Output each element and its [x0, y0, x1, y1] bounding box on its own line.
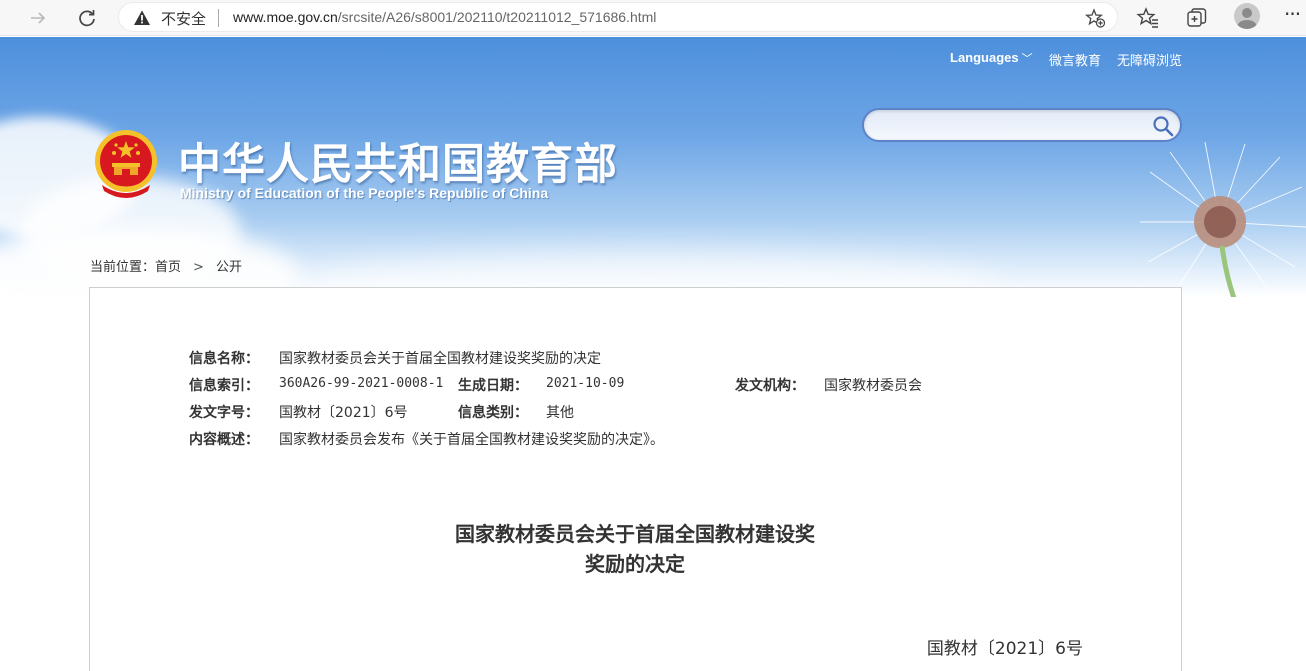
site-name-en[interactable]: Ministry of Education of the People's Re… [180, 185, 548, 201]
site-banner: 中华人民共和国教育部 Ministry of Education of the … [0, 37, 1306, 297]
url-text[interactable]: www.moe.gov.cn/srcsite/A26/s8001/202110/… [233, 9, 656, 25]
document-title: 国家教材委员会关于首届全国教材建设奖 奖励的决定 [390, 519, 880, 579]
summary-label: 内容概述： [189, 432, 259, 448]
insecure-label[interactable]: 不安全 [161, 8, 206, 29]
site-name-cn[interactable]: 中华人民共和国教育部 [178, 130, 618, 192]
languages-menu[interactable]: Languages ﹀ [950, 50, 1033, 66]
document-title-line1: 国家教材委员会关于首届全国教材建设奖 [455, 522, 815, 546]
add-favorite-icon[interactable] [1085, 8, 1105, 28]
date-label: 生成日期： [458, 378, 528, 394]
url-host: www.moe.gov.cn [233, 9, 338, 25]
summary-value: 国家教材委员会发布《关于首届全国教材建设奖奖励的决定》。 [279, 432, 664, 448]
index-value: 360A26-99-2021-0008-1 [279, 376, 444, 391]
chevron-down-icon: ﹀ [1021, 53, 1033, 65]
dandelion-decoration [1140, 142, 1306, 297]
accessibility-link[interactable]: 无障碍浏览 [1117, 50, 1182, 69]
info-name-value: 国家教材委员会关于首届全国教材建设奖奖励的决定 [279, 351, 601, 367]
profile-icon[interactable] [1234, 3, 1260, 29]
document-number: 国教材〔2021〕6号 [926, 639, 1083, 659]
forward-icon[interactable] [24, 4, 52, 32]
date-value: 2021-10-09 [546, 376, 625, 391]
address-bar[interactable]: 不安全 www.moe.gov.cn/srcsite/A26/s8001/202… [118, 2, 1118, 32]
languages-label: Languages [950, 50, 1019, 65]
weiyan-link[interactable]: 微言教育 [1049, 50, 1101, 69]
issuer-value: 国家教材委员会 [824, 378, 922, 394]
breadcrumb-current[interactable]: 公开 [216, 260, 242, 275]
collections-icon[interactable] [1185, 6, 1209, 30]
info-name-label: 信息名称： [189, 351, 259, 367]
doc-no-label: 发文字号： [189, 405, 259, 421]
issuer-label: 发文机构： [735, 378, 805, 394]
index-label: 信息索引： [189, 378, 259, 394]
more-icon[interactable]: ··· [1284, 2, 1301, 26]
category-value: 其他 [546, 405, 574, 421]
address-separator [218, 9, 219, 27]
url-path: /srcsite/A26/s8001/202110/t20211012_5716… [337, 9, 657, 25]
national-emblem [95, 130, 157, 198]
search-input[interactable] [862, 108, 1182, 142]
warning-icon[interactable] [133, 9, 151, 27]
browser-toolbar: 不安全 www.moe.gov.cn/srcsite/A26/s8001/202… [0, 0, 1306, 36]
breadcrumb-home[interactable]: 首页 [155, 260, 181, 275]
breadcrumb-separator: > [193, 260, 204, 275]
content-panel: 信息名称： 国家教材委员会关于首届全国教材建设奖奖励的决定 信息索引： 360A… [89, 287, 1182, 671]
favorites-icon[interactable] [1136, 6, 1160, 30]
category-label: 信息类别： [458, 405, 528, 421]
doc-no-value: 国教材〔2021〕6号 [279, 405, 408, 421]
search-icon[interactable] [1152, 115, 1174, 137]
breadcrumb: 当前位置：首页 > 公开 [90, 256, 242, 275]
document-title-line2: 奖励的决定 [585, 552, 685, 576]
breadcrumb-prefix: 当前位置： [90, 260, 156, 275]
refresh-icon[interactable] [73, 4, 101, 32]
